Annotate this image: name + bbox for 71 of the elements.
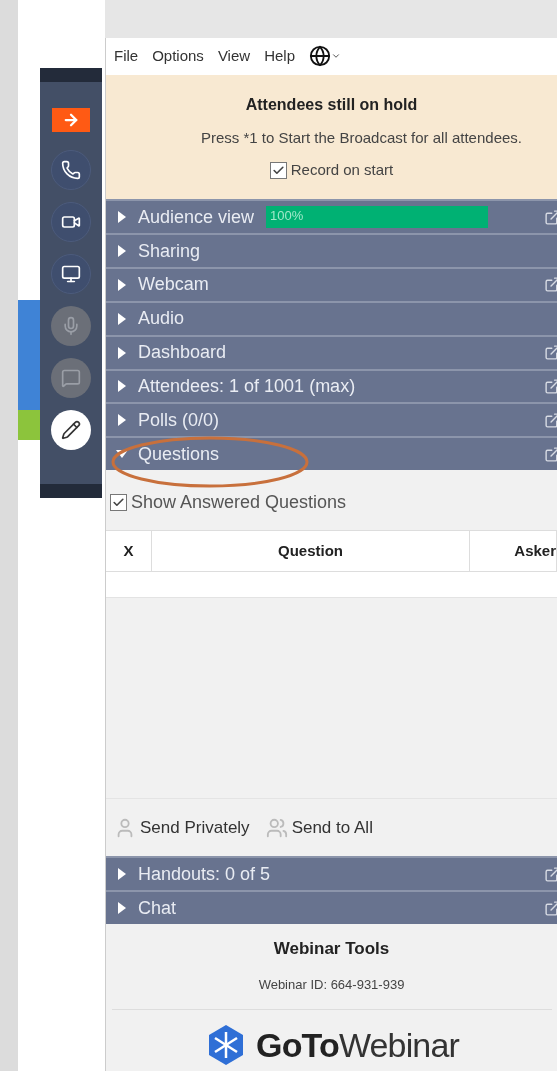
section-label: Audience view <box>138 205 255 229</box>
section-label: Polls (0/0) <box>138 408 220 432</box>
send-button[interactable]: Send to All <box>265 815 373 841</box>
collapsed-triangle-icon <box>118 245 126 258</box>
section-header[interactable]: Audience view 100% <box>106 199 557 234</box>
popout-icon[interactable] <box>544 344 557 362</box>
menu-item[interactable]: File <box>114 45 139 68</box>
screen-icon <box>61 264 81 284</box>
send-button[interactable]: Send Privately <box>114 815 250 841</box>
section-header[interactable]: Questions <box>106 436 557 471</box>
section-header[interactable]: Handouts: 0 of 5 <box>106 856 557 891</box>
collapsed-triangle-icon <box>118 414 126 427</box>
section-label: Audio <box>138 307 185 331</box>
menu-item[interactable]: View <box>217 45 251 68</box>
footer-title: Webinar Tools <box>273 937 390 960</box>
pen-button[interactable] <box>51 410 91 450</box>
pen-icon <box>61 420 81 440</box>
product-logo-text: GoToWebinar <box>256 1024 459 1066</box>
column-header[interactable]: Question <box>152 531 470 572</box>
section-label: Webcam <box>138 273 209 297</box>
popout-icon[interactable] <box>544 865 557 883</box>
expanded-triangle-icon <box>116 450 128 459</box>
arrow-button[interactable] <box>52 108 90 132</box>
section-header[interactable]: Dashboard <box>106 334 557 369</box>
section-label: Questions <box>138 442 220 466</box>
arrow-icon <box>62 111 80 129</box>
banner-title: Attendees still on hold <box>245 94 418 115</box>
collapsed-triangle-icon <box>118 312 126 325</box>
collapsed-triangle-icon <box>118 346 126 359</box>
phone-icon <box>61 160 81 180</box>
popout-icon[interactable] <box>544 276 557 294</box>
section-header[interactable]: Attendees: 1 of 1001 (max) <box>106 368 557 403</box>
checkbox-label: Show Answered Questions <box>131 490 347 514</box>
popout-icon[interactable] <box>544 208 557 226</box>
section-label: Chat <box>138 896 177 920</box>
collapsed-triangle-icon <box>118 902 126 914</box>
chat-icon <box>61 368 81 388</box>
section-header[interactable]: Sharing <box>106 233 557 267</box>
phone-button[interactable] <box>51 150 91 190</box>
check-icon <box>112 495 125 509</box>
section-label: Attendees: 1 of 1001 (max) <box>138 374 356 398</box>
webinar-id: Webinar ID: 664-931-939 <box>258 976 405 995</box>
menu-item[interactable]: Options <box>152 45 204 68</box>
banner-message: Press *1 to Start the Broadcast for all attendees. <box>200 127 522 148</box>
collapsed-triangle-icon <box>118 868 126 881</box>
progress-reading: 100% <box>270 207 304 226</box>
popout-icon[interactable] <box>544 411 557 429</box>
checkbox-label: Record on start <box>290 160 394 181</box>
popout-icon[interactable] <box>544 445 557 463</box>
collapsed-triangle-icon <box>118 278 126 291</box>
people-icon <box>265 816 288 839</box>
screen-button[interactable] <box>51 254 91 294</box>
section-header[interactable]: Chat <box>106 890 557 924</box>
popout-icon[interactable] <box>544 899 557 917</box>
section-header[interactable]: Audio <box>106 300 557 335</box>
camera-button[interactable] <box>51 202 91 242</box>
column-header[interactable]: Asker <box>470 531 557 572</box>
collapsed-triangle-icon <box>118 380 126 393</box>
mic-icon <box>61 316 81 336</box>
menu-item[interactable]: Help <box>264 45 295 68</box>
section-label: Dashboard <box>138 341 227 365</box>
column-header[interactable]: X <box>106 531 152 572</box>
section-header[interactable]: Webcam <box>106 267 557 301</box>
globe-menu-icon[interactable] <box>309 45 341 68</box>
section-header[interactable]: Polls (0/0) <box>106 402 557 437</box>
collapsed-triangle-icon <box>118 211 126 224</box>
popout-icon[interactable] <box>544 377 557 395</box>
section-label: Handouts: 0 of 5 <box>138 862 271 886</box>
section-label: Sharing <box>138 239 201 263</box>
checkbox[interactable] <box>110 493 127 511</box>
checkbox[interactable] <box>269 162 287 180</box>
